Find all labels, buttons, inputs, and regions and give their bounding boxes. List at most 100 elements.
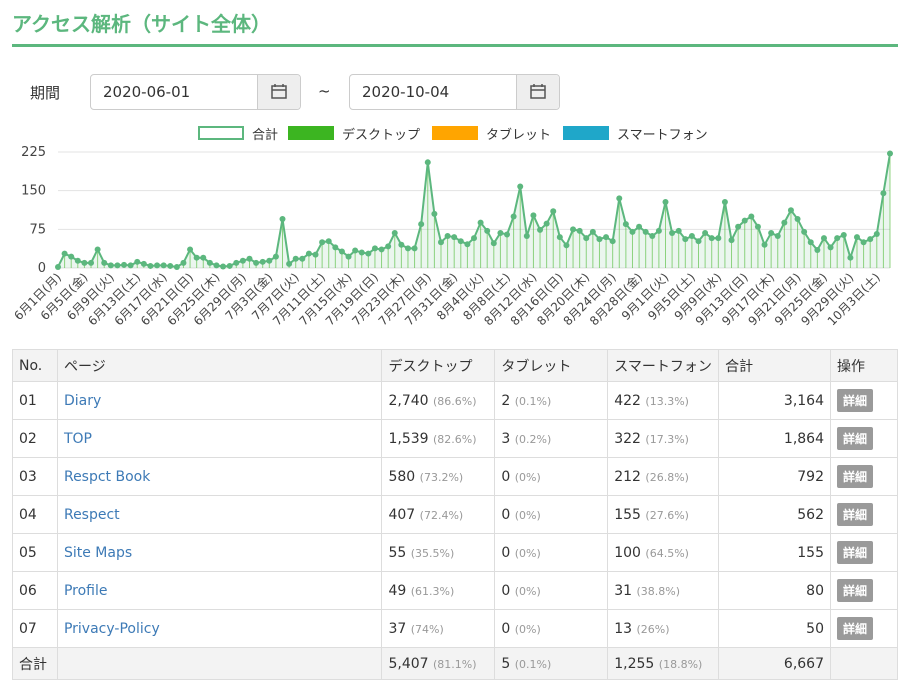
detail-button[interactable]: 詳細 [837, 427, 874, 450]
detail-button[interactable]: 詳細 [837, 465, 874, 488]
desktop-percent: (74%) [410, 622, 444, 636]
header-action: 操作 [830, 349, 898, 382]
page-link[interactable]: Profile [64, 583, 108, 599]
data-point [530, 212, 537, 219]
row-no: 01 [12, 381, 58, 420]
data-point [431, 210, 438, 217]
data-point [457, 238, 464, 245]
data-point [768, 229, 775, 236]
data-point [669, 229, 676, 236]
data-point [279, 216, 286, 223]
data-point [437, 239, 444, 246]
data-point [583, 235, 590, 242]
data-point [563, 242, 570, 249]
data-point [748, 213, 755, 220]
data-point [887, 150, 893, 157]
data-point [385, 243, 392, 250]
total-count: 3,164 [718, 381, 831, 420]
data-point [847, 254, 854, 261]
page-link[interactable]: Diary [64, 393, 101, 409]
data-point [589, 228, 596, 235]
data-point [761, 241, 768, 248]
desktop-percent: (61.3%) [410, 584, 455, 598]
page-link[interactable]: Site Maps [64, 545, 132, 561]
row-no: 07 [12, 609, 58, 648]
data-point [200, 254, 207, 261]
data-point [140, 260, 147, 267]
period-label: 期間 [30, 84, 61, 102]
data-point [101, 259, 108, 266]
data-point [550, 208, 557, 215]
page-link[interactable]: Respect [64, 507, 120, 523]
data-point [154, 262, 161, 269]
data-point [728, 237, 735, 244]
data-point [662, 199, 669, 206]
tablet-count: 0 [501, 544, 511, 561]
start-date-field[interactable]: 2020-06-01 [90, 74, 301, 110]
desktop-count: 55 [388, 544, 407, 561]
legend-swatch [432, 126, 478, 140]
data-point [781, 219, 788, 226]
period-separator: ~ [318, 82, 331, 100]
end-calendar-button[interactable] [516, 75, 559, 109]
tablet-percent: (0%) [514, 546, 541, 560]
smartphone-percent: (27.6%) [645, 508, 689, 522]
data-point [418, 221, 425, 228]
tablet-percent: (0%) [514, 508, 541, 522]
tablet-count: 0 [501, 468, 511, 485]
total-count: 80 [718, 571, 831, 610]
total-count: 562 [718, 495, 831, 534]
detail-button[interactable]: 詳細 [837, 541, 874, 564]
desktop-count: 49 [388, 582, 407, 599]
data-point [319, 239, 326, 246]
row-no: 04 [12, 495, 58, 534]
data-point [378, 246, 385, 253]
desktop-count: 407 [388, 506, 416, 523]
total-count: 155 [718, 533, 831, 572]
page-link[interactable]: Privacy-Policy [64, 621, 160, 637]
desktop-percent: (35.5%) [410, 546, 455, 560]
data-point [444, 233, 451, 240]
start-calendar-button[interactable] [257, 75, 300, 109]
data-point [167, 262, 174, 269]
data-point [134, 258, 141, 265]
desktop-count: 2,740 [388, 392, 429, 409]
data-point [352, 247, 359, 254]
total-count: 6,667 [718, 647, 831, 680]
data-point [114, 262, 121, 269]
header-no: No. [12, 349, 58, 382]
data-point [702, 229, 709, 236]
table-total-row: 合計 5,407 (81.1%) 5 (0.1%) 1,255 (18.8%) … [12, 647, 898, 680]
detail-button[interactable]: 詳細 [837, 617, 874, 640]
data-point [365, 250, 372, 257]
end-date-field[interactable]: 2020-10-04 [349, 74, 560, 110]
detail-button[interactable]: 詳細 [837, 579, 874, 602]
data-point [299, 255, 306, 262]
data-point [834, 235, 841, 242]
data-point [292, 255, 299, 262]
data-point [220, 263, 227, 270]
data-point [358, 249, 365, 256]
data-point [754, 223, 761, 230]
footer-empty [56, 647, 383, 680]
page-link[interactable]: TOP [64, 431, 92, 447]
tablet-percent: (0.1%) [514, 657, 552, 671]
desktop-percent: (73.2%) [419, 470, 464, 484]
legend-swatch [563, 126, 609, 140]
table-row: 05 Site Maps 55 (35.5%) 0 (0%) 100 (64.5… [12, 533, 898, 572]
data-point [187, 246, 194, 253]
data-point [305, 250, 312, 257]
table-header-row: No. ページ デスクトップ タブレット スマートフォン 合計 操作 [12, 349, 898, 382]
data-point [840, 232, 847, 239]
detail-button[interactable]: 詳細 [837, 389, 874, 412]
detail-button[interactable]: 詳細 [837, 503, 874, 526]
data-point [622, 221, 629, 228]
smartphone-count: 322 [614, 430, 641, 447]
data-point [88, 259, 95, 266]
page-link[interactable]: Respct Book [64, 469, 150, 485]
row-no: 05 [12, 533, 58, 572]
data-point [616, 195, 623, 202]
smartphone-count: 422 [614, 392, 641, 409]
tablet-percent: (0%) [514, 622, 541, 636]
tablet-percent: (0.2%) [514, 432, 552, 446]
